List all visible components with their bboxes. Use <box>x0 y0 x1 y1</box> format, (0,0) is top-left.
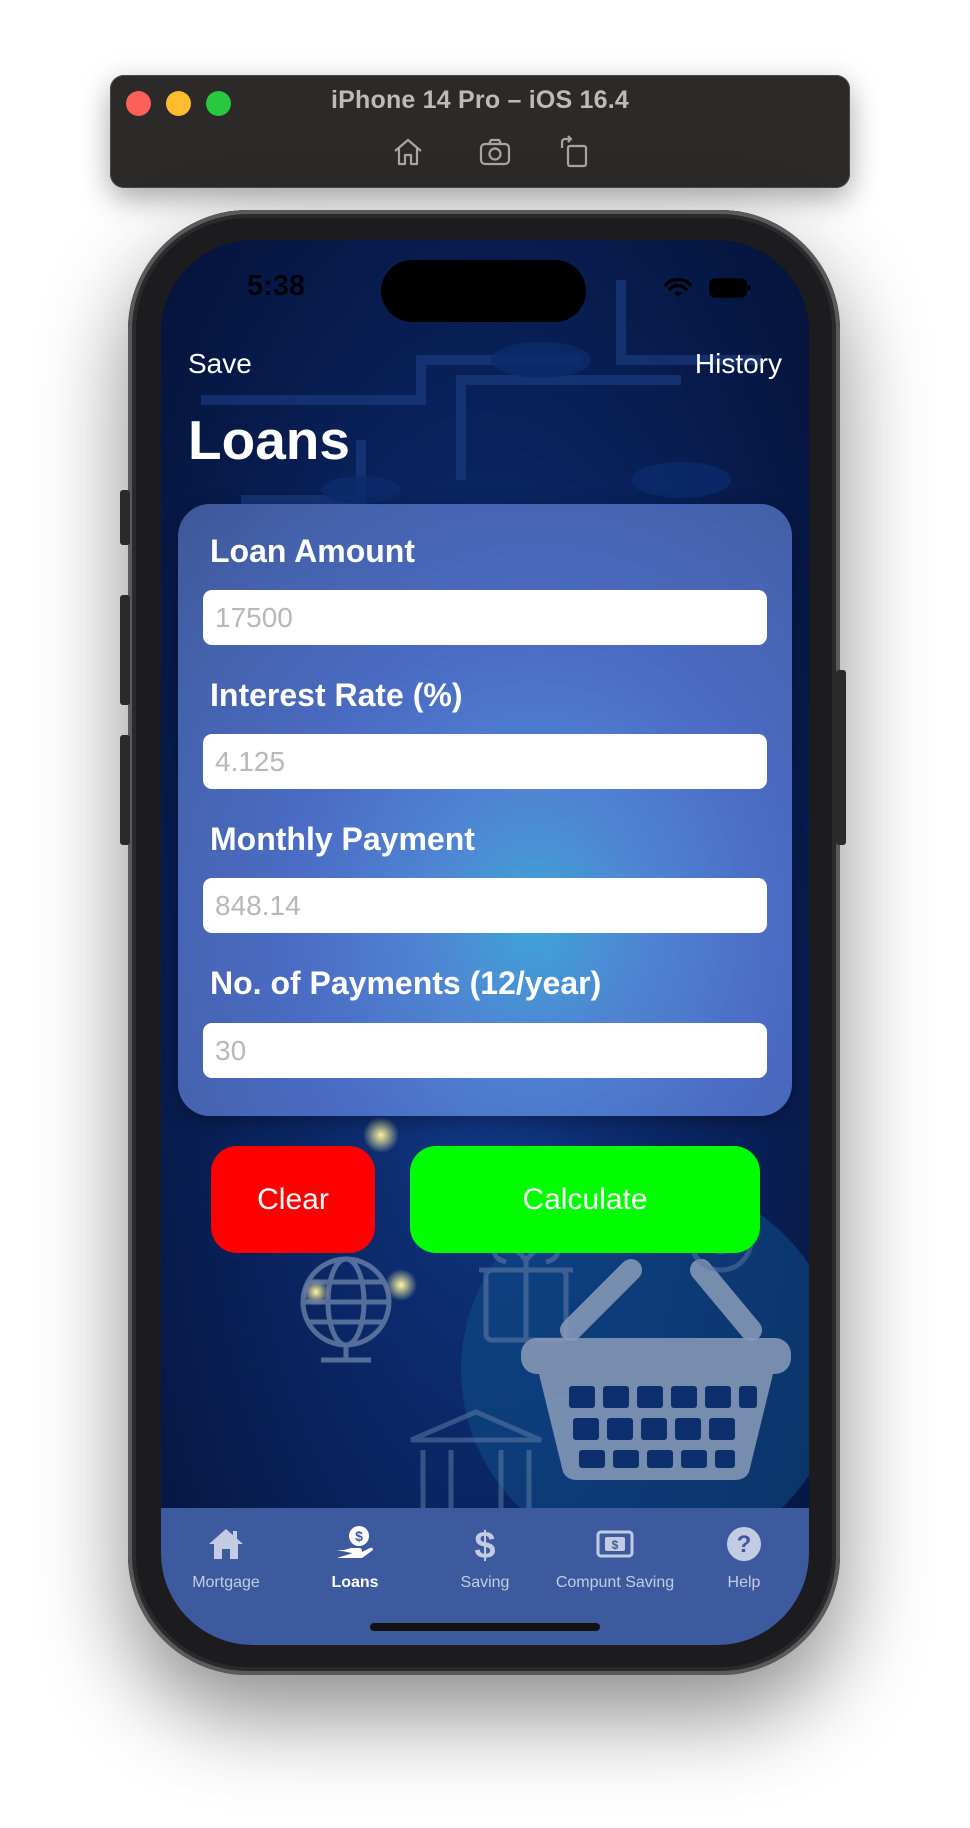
interest-rate-input[interactable] <box>203 734 767 789</box>
action-button <box>120 490 130 545</box>
question-icon: ? <box>727 1527 761 1561</box>
tab-label-mortgage: Mortgage <box>192 1574 260 1591</box>
clear-button[interactable]: Clear <box>211 1146 375 1253</box>
dynamic-island <box>381 260 586 322</box>
hand-dollar-icon: $ <box>337 1526 373 1558</box>
tab-compunt-saving[interactable]: $ Compunt Saving <box>550 1524 680 1592</box>
dollar-icon: $ <box>474 1525 495 1564</box>
screenshot-icon[interactable] <box>477 134 513 170</box>
banknote-icon: $ <box>596 1530 634 1558</box>
tab-label-loans: Loans <box>331 1574 379 1591</box>
monthly-payment-input[interactable] <box>203 878 767 933</box>
power-button <box>836 670 846 845</box>
interest-rate-label: Interest Rate (%) <box>210 677 463 713</box>
payments-count-input[interactable] <box>203 1023 767 1078</box>
loan-amount-input[interactable] <box>203 590 767 645</box>
svg-text:?: ? <box>737 1531 752 1558</box>
history-button[interactable]: History <box>695 348 782 380</box>
save-button[interactable]: Save <box>188 348 252 380</box>
home-icon[interactable] <box>390 134 426 170</box>
simulator-title: iPhone 14 Pro – iOS 16.4 <box>331 86 629 114</box>
rotate-icon[interactable] <box>556 134 592 170</box>
tab-mortgage[interactable]: Mortgage <box>161 1524 291 1592</box>
loan-amount-label: Loan Amount <box>210 533 415 569</box>
page-title: Loans <box>188 409 350 471</box>
tab-label-compunt-saving: Compunt Saving <box>555 1574 675 1591</box>
phone-screen: 5:38 Save History Loans Loan Amount Inte… <box>161 240 809 1645</box>
volume-up-button <box>120 595 130 705</box>
monthly-payment-label: Monthly Payment <box>210 821 475 857</box>
wifi-icon <box>664 277 692 297</box>
tab-label-saving: Saving <box>460 1574 510 1591</box>
tab-help[interactable]: ? Help <box>679 1524 809 1592</box>
tab-label-help: Help <box>727 1574 761 1591</box>
status-time: 5:38 <box>247 270 306 302</box>
tab-loans[interactable]: $ Loans <box>290 1524 420 1592</box>
payments-count-label: No. of Payments (12/year) <box>210 965 602 1001</box>
house-icon <box>209 1529 243 1559</box>
status-icons <box>663 276 751 300</box>
svg-text:$: $ <box>474 1525 495 1564</box>
calculate-button[interactable]: Calculate <box>410 1146 760 1253</box>
tab-saving[interactable]: $ Saving <box>420 1524 550 1592</box>
svg-text:$: $ <box>612 1538 619 1552</box>
battery-icon <box>709 278 751 298</box>
home-indicator <box>370 1623 600 1631</box>
volume-down-button <box>120 735 130 845</box>
svg-text:$: $ <box>355 1528 363 1544</box>
